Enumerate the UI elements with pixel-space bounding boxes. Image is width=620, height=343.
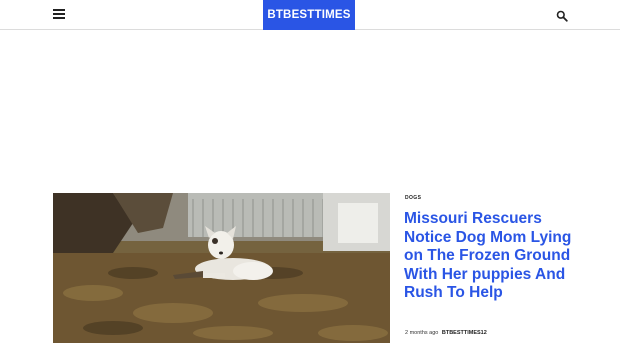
article-photo[interactable] <box>53 193 390 343</box>
search-icon[interactable] <box>556 9 568 22</box>
article-title[interactable]: Missouri Rescuers Notice Dog Mom Lying o… <box>404 210 584 303</box>
site-logo[interactable]: BTBESTTIMES <box>263 0 355 30</box>
article-category[interactable]: DOGS <box>405 195 421 201</box>
ad-space <box>0 31 620 192</box>
hamburger-menu-icon[interactable] <box>52 9 66 21</box>
article-author[interactable]: BTBESTTIMES12 <box>442 330 487 336</box>
article-meta: 2 months ago BTBESTTIMES12 <box>405 330 487 336</box>
article-time: 2 months ago <box>405 330 439 336</box>
site-header: BTBESTTIMES <box>0 0 620 30</box>
